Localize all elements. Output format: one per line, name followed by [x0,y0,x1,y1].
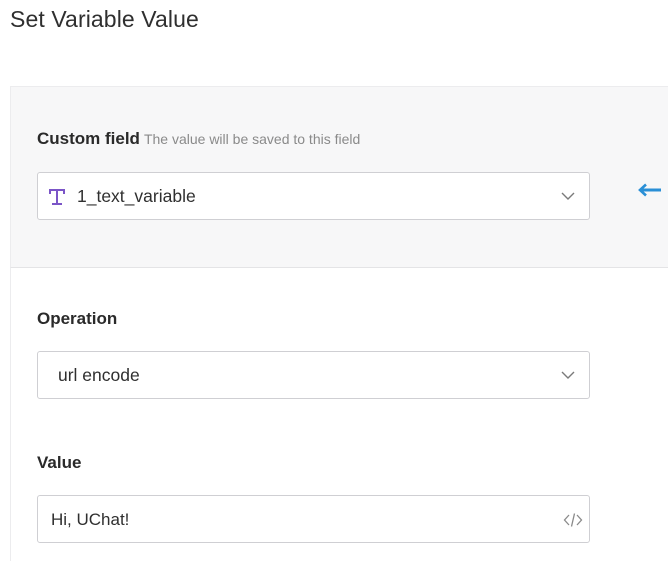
custom-field-hint: The value will be saved to this field [143,131,361,147]
operation-selected-value: url encode [58,365,140,385]
custom-field-section: Custom field The value will be saved to t… [10,86,668,267]
text-type-icon [48,187,66,207]
value-label: Value [37,453,82,472]
custom-field-label-row: Custom field The value will be saved to t… [37,129,360,149]
code-icon[interactable] [563,511,583,529]
set-variable-value-panel: Set Variable Value Custom field The value… [0,0,668,561]
value-input[interactable]: Hi, UChat! [37,495,590,543]
operation-select[interactable]: url encode [37,351,590,399]
page-title: Set Variable Value [10,6,199,32]
arrow-left-icon[interactable] [638,183,662,197]
custom-field-selected-value: 1_text_variable [77,186,196,206]
operation-section: Operation url encode Value Hi, UChat! [10,267,668,561]
operation-label: Operation [37,309,118,328]
chevron-down-icon[interactable] [561,189,575,203]
custom-field-select[interactable]: 1_text_variable [37,172,590,220]
custom-field-label: Custom field [37,129,140,148]
value-input-text: Hi, UChat! [51,510,130,529]
chevron-down-icon[interactable] [561,368,575,382]
